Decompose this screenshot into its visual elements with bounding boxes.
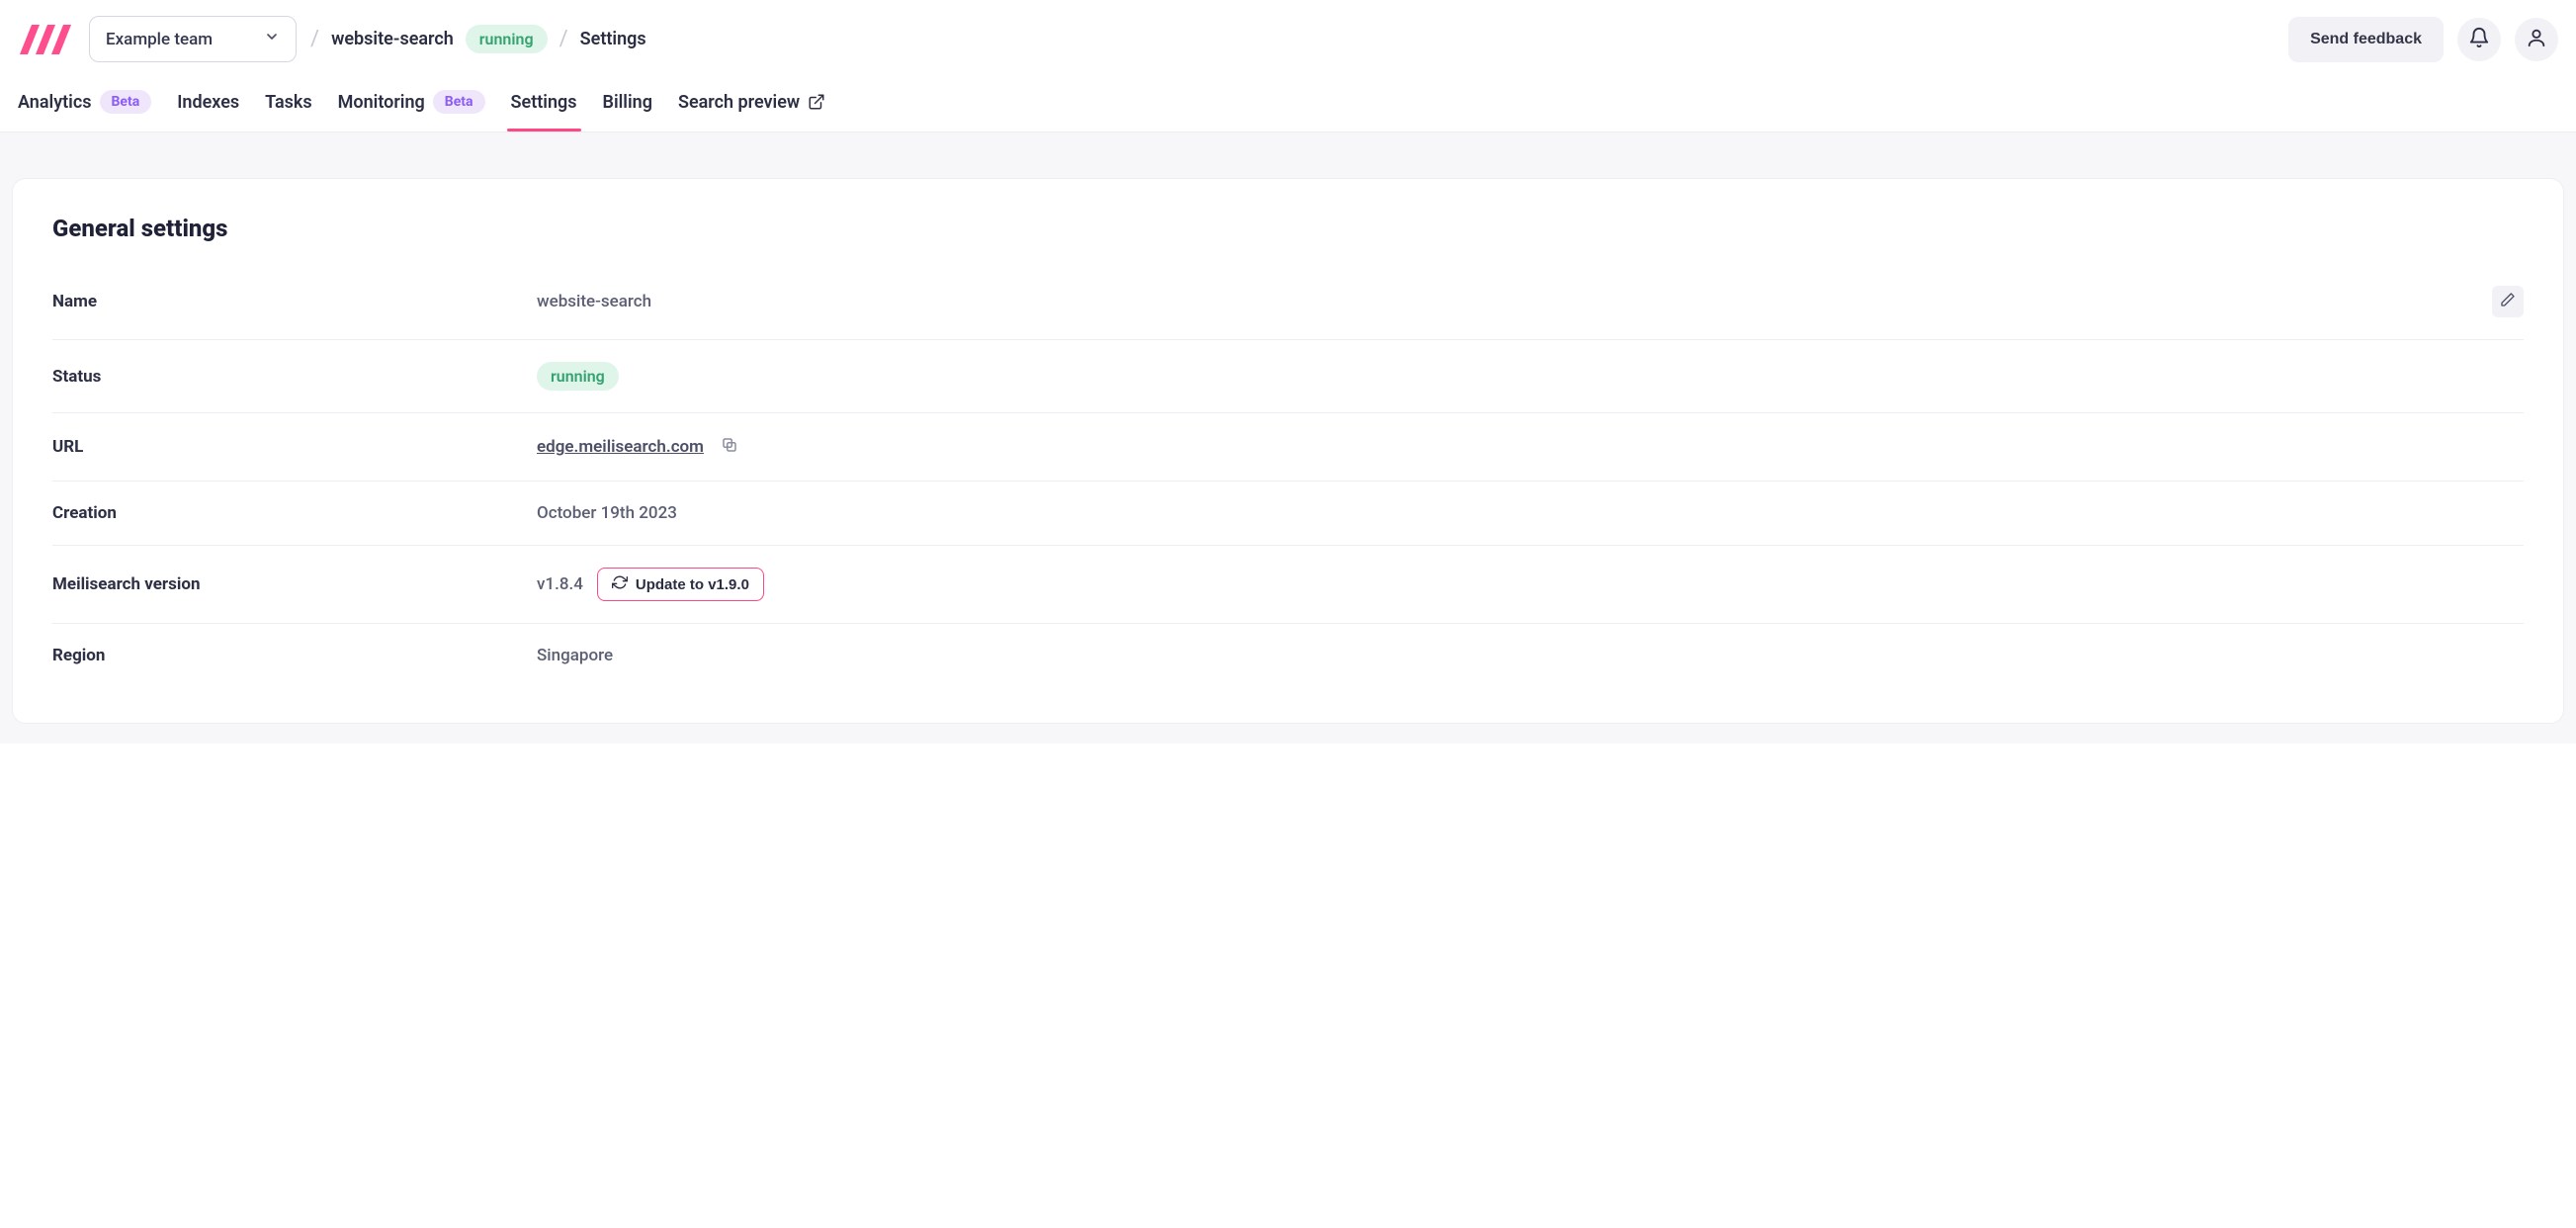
status-badge: running — [537, 362, 619, 391]
send-feedback-button[interactable]: Send feedback — [2288, 17, 2444, 62]
team-select[interactable]: Example team — [89, 16, 297, 62]
external-link-icon — [808, 93, 825, 111]
breadcrumb-project[interactable]: website-search — [331, 29, 454, 49]
row-value: Singapore — [537, 646, 2524, 665]
header: Example team / website-search running / … — [0, 0, 2576, 62]
tab-analytics[interactable]: Analytics Beta — [18, 90, 151, 132]
tab-label: Settings — [511, 92, 577, 113]
row-creation: Creation October 19th 2023 — [52, 482, 2524, 546]
row-value: website-search — [537, 292, 2492, 311]
row-label: URL — [52, 437, 537, 457]
tab-tasks[interactable]: Tasks — [265, 92, 312, 131]
tabs: Analytics Beta Indexes Tasks Monitoring … — [0, 62, 2576, 132]
update-version-button[interactable]: Update to v1.9.0 — [597, 568, 764, 601]
notifications-button[interactable] — [2457, 18, 2501, 61]
page-body: General settings Name website-search Sta… — [0, 132, 2576, 744]
row-label: Region — [52, 646, 537, 665]
breadcrumb-separator-icon: / — [559, 27, 568, 51]
update-button-label: Update to v1.9.0 — [636, 576, 749, 593]
refresh-icon — [612, 574, 628, 594]
logo[interactable] — [18, 21, 75, 58]
chevron-down-icon — [264, 29, 280, 49]
tab-indexes[interactable]: Indexes — [177, 92, 239, 131]
row-value: October 19th 2023 — [537, 503, 2524, 523]
bell-icon — [2468, 27, 2490, 52]
copy-icon — [721, 436, 738, 459]
tab-label: Tasks — [265, 92, 312, 113]
row-label: Creation — [52, 503, 537, 523]
tab-billing[interactable]: Billing — [603, 92, 652, 131]
tab-monitoring[interactable]: Monitoring Beta — [338, 90, 485, 132]
row-label: Name — [52, 292, 537, 311]
tab-label: Search preview — [678, 92, 800, 113]
version-text: v1.8.4 — [537, 574, 583, 594]
row-url: URL edge.meilisearch.com — [52, 413, 2524, 482]
status-badge: running — [466, 25, 548, 53]
user-icon — [2526, 27, 2547, 52]
row-label: Meilisearch version — [52, 574, 537, 594]
tab-label: Billing — [603, 92, 652, 113]
account-button[interactable] — [2515, 18, 2558, 61]
row-name: Name website-search — [52, 264, 2524, 340]
row-version: Meilisearch version v1.8.4 Update to v1.… — [52, 546, 2524, 624]
tab-label: Indexes — [177, 92, 239, 113]
row-region: Region Singapore — [52, 624, 2524, 687]
row-status: Status running — [52, 340, 2524, 413]
header-right: Send feedback — [2288, 17, 2558, 62]
edit-name-button[interactable] — [2492, 286, 2524, 317]
breadcrumb-settings: Settings — [580, 29, 646, 49]
project-url-link[interactable]: edge.meilisearch.com — [537, 437, 704, 457]
beta-badge: Beta — [100, 90, 152, 114]
copy-url-button[interactable] — [718, 435, 741, 459]
team-name: Example team — [106, 30, 213, 49]
tab-label: Analytics — [18, 92, 92, 113]
tab-settings[interactable]: Settings — [511, 92, 577, 131]
breadcrumb: / website-search running / Settings — [310, 25, 646, 53]
pencil-icon — [2500, 292, 2516, 311]
tab-search-preview[interactable]: Search preview — [678, 92, 825, 131]
general-settings-card: General settings Name website-search Sta… — [12, 178, 2564, 724]
page-title: General settings — [52, 215, 2524, 242]
tab-label: Monitoring — [338, 92, 425, 113]
beta-badge: Beta — [433, 90, 485, 114]
row-label: Status — [52, 367, 537, 387]
breadcrumb-separator-icon: / — [310, 27, 319, 51]
